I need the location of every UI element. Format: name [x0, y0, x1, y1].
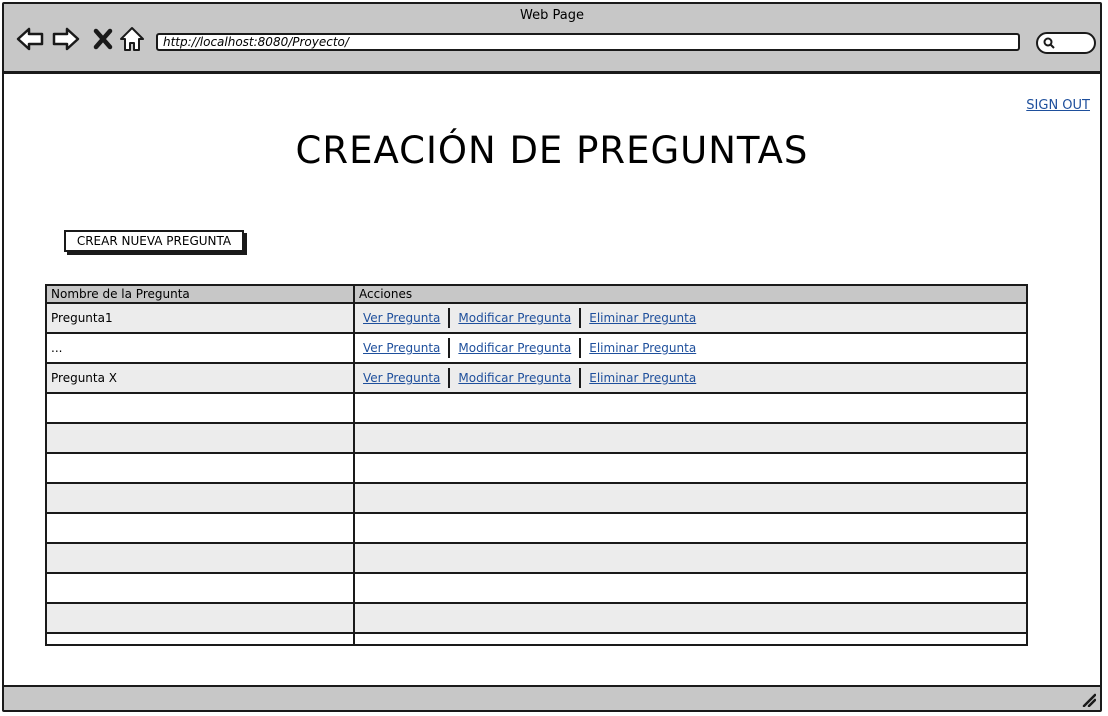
actions-cell: [355, 454, 1026, 482]
delete-question-link[interactable]: Eliminar Pregunta: [585, 309, 700, 327]
create-question-button[interactable]: CREAR NUEVA PREGUNTA: [64, 230, 244, 252]
actions-cell: Ver Pregunta Modificar Pregunta Eliminar P…: [355, 334, 1026, 362]
view-question-link[interactable]: Ver Pregunta: [359, 339, 444, 357]
table-row: [47, 544, 1026, 574]
back-arrow-icon[interactable]: [16, 26, 44, 52]
close-icon[interactable]: [90, 26, 118, 52]
action-separator: [448, 368, 451, 388]
table-row: [47, 394, 1026, 424]
delete-question-link[interactable]: Eliminar Pregunta: [585, 339, 700, 357]
table-row: [47, 454, 1026, 484]
question-name-cell: Pregunta1: [47, 304, 355, 332]
edit-question-link[interactable]: Modificar Pregunta: [454, 339, 575, 357]
question-name-cell: [47, 604, 355, 632]
column-header-name: Nombre de la Pregunta: [47, 286, 355, 302]
actions-cell: [355, 634, 1026, 644]
forward-arrow-icon[interactable]: [52, 26, 80, 52]
sign-out-link[interactable]: SIGN OUT: [1026, 98, 1090, 113]
actions-cell: [355, 424, 1026, 452]
actions-cell: [355, 484, 1026, 512]
actions-cell: [355, 604, 1026, 632]
action-separator: [579, 368, 582, 388]
question-name-cell: [47, 454, 355, 482]
home-icon[interactable]: [118, 26, 146, 52]
view-question-link[interactable]: Ver Pregunta: [359, 309, 444, 327]
actions-cell: [355, 514, 1026, 542]
question-name-cell: [47, 424, 355, 452]
action-separator: [579, 338, 582, 358]
table-row: [47, 604, 1026, 634]
column-header-actions: Acciones: [359, 287, 413, 301]
table-row: [47, 484, 1026, 514]
question-name-cell: Pregunta X: [47, 364, 355, 392]
questions-table: Nombre de la Pregunta Acciones Pregunta1…: [45, 284, 1028, 646]
table-row: ... Ver Pregunta Modificar Pregunta Elimina…: [47, 334, 1026, 364]
table-row: Pregunta1 Ver Pregunta Modificar Pregunta E…: [47, 304, 1026, 334]
question-name-cell: [47, 634, 355, 644]
table-row: [47, 424, 1026, 454]
table-body: Pregunta1 Ver Pregunta Modificar Pregunta E…: [47, 304, 1026, 644]
search-icon: [1043, 37, 1055, 49]
view-question-link[interactable]: Ver Pregunta: [359, 369, 444, 387]
question-name-cell: [47, 514, 355, 542]
action-separator: [579, 308, 582, 328]
window-title: Web Page: [520, 8, 584, 23]
actions-cell: [355, 394, 1026, 422]
question-name-cell: [47, 394, 355, 422]
edit-question-link[interactable]: Modificar Pregunta: [454, 369, 575, 387]
actions-cell: [355, 544, 1026, 572]
question-name-cell: ...: [47, 334, 355, 362]
question-name-cell: [47, 574, 355, 602]
table-row: Pregunta X Ver Pregunta Modificar Pregunta…: [47, 364, 1026, 394]
page-content: SIGN OUT CREACIÓN DE PREGUNTAS CREAR NUE…: [4, 74, 1100, 687]
browser-window: Web Page http://localhost:8080/Proyecto/…: [2, 2, 1102, 712]
question-name-cell: [47, 544, 355, 572]
table-row: [47, 634, 1026, 644]
browser-statusbar: [4, 685, 1100, 710]
table-row: [47, 514, 1026, 544]
action-separator: [448, 308, 451, 328]
table-header: Nombre de la Pregunta Acciones: [47, 286, 1026, 304]
actions-cell: Ver Pregunta Modificar Pregunta Eliminar P…: [355, 364, 1026, 392]
page-title: CREACIÓN DE PREGUNTAS: [295, 129, 809, 172]
browser-search-field[interactable]: [1036, 32, 1096, 54]
question-name-cell: [47, 484, 355, 512]
url-input[interactable]: http://localhost:8080/Proyecto/: [156, 33, 1020, 51]
action-separator: [448, 338, 451, 358]
delete-question-link[interactable]: Eliminar Pregunta: [585, 369, 700, 387]
browser-titlebar: Web Page http://localhost:8080/Proyecto/: [4, 4, 1100, 74]
edit-question-link[interactable]: Modificar Pregunta: [454, 309, 575, 327]
resize-grip-icon[interactable]: [1080, 691, 1096, 707]
table-row: [47, 574, 1026, 604]
actions-cell: Ver Pregunta Modificar Pregunta Eliminar P…: [355, 304, 1026, 332]
actions-cell: [355, 574, 1026, 602]
